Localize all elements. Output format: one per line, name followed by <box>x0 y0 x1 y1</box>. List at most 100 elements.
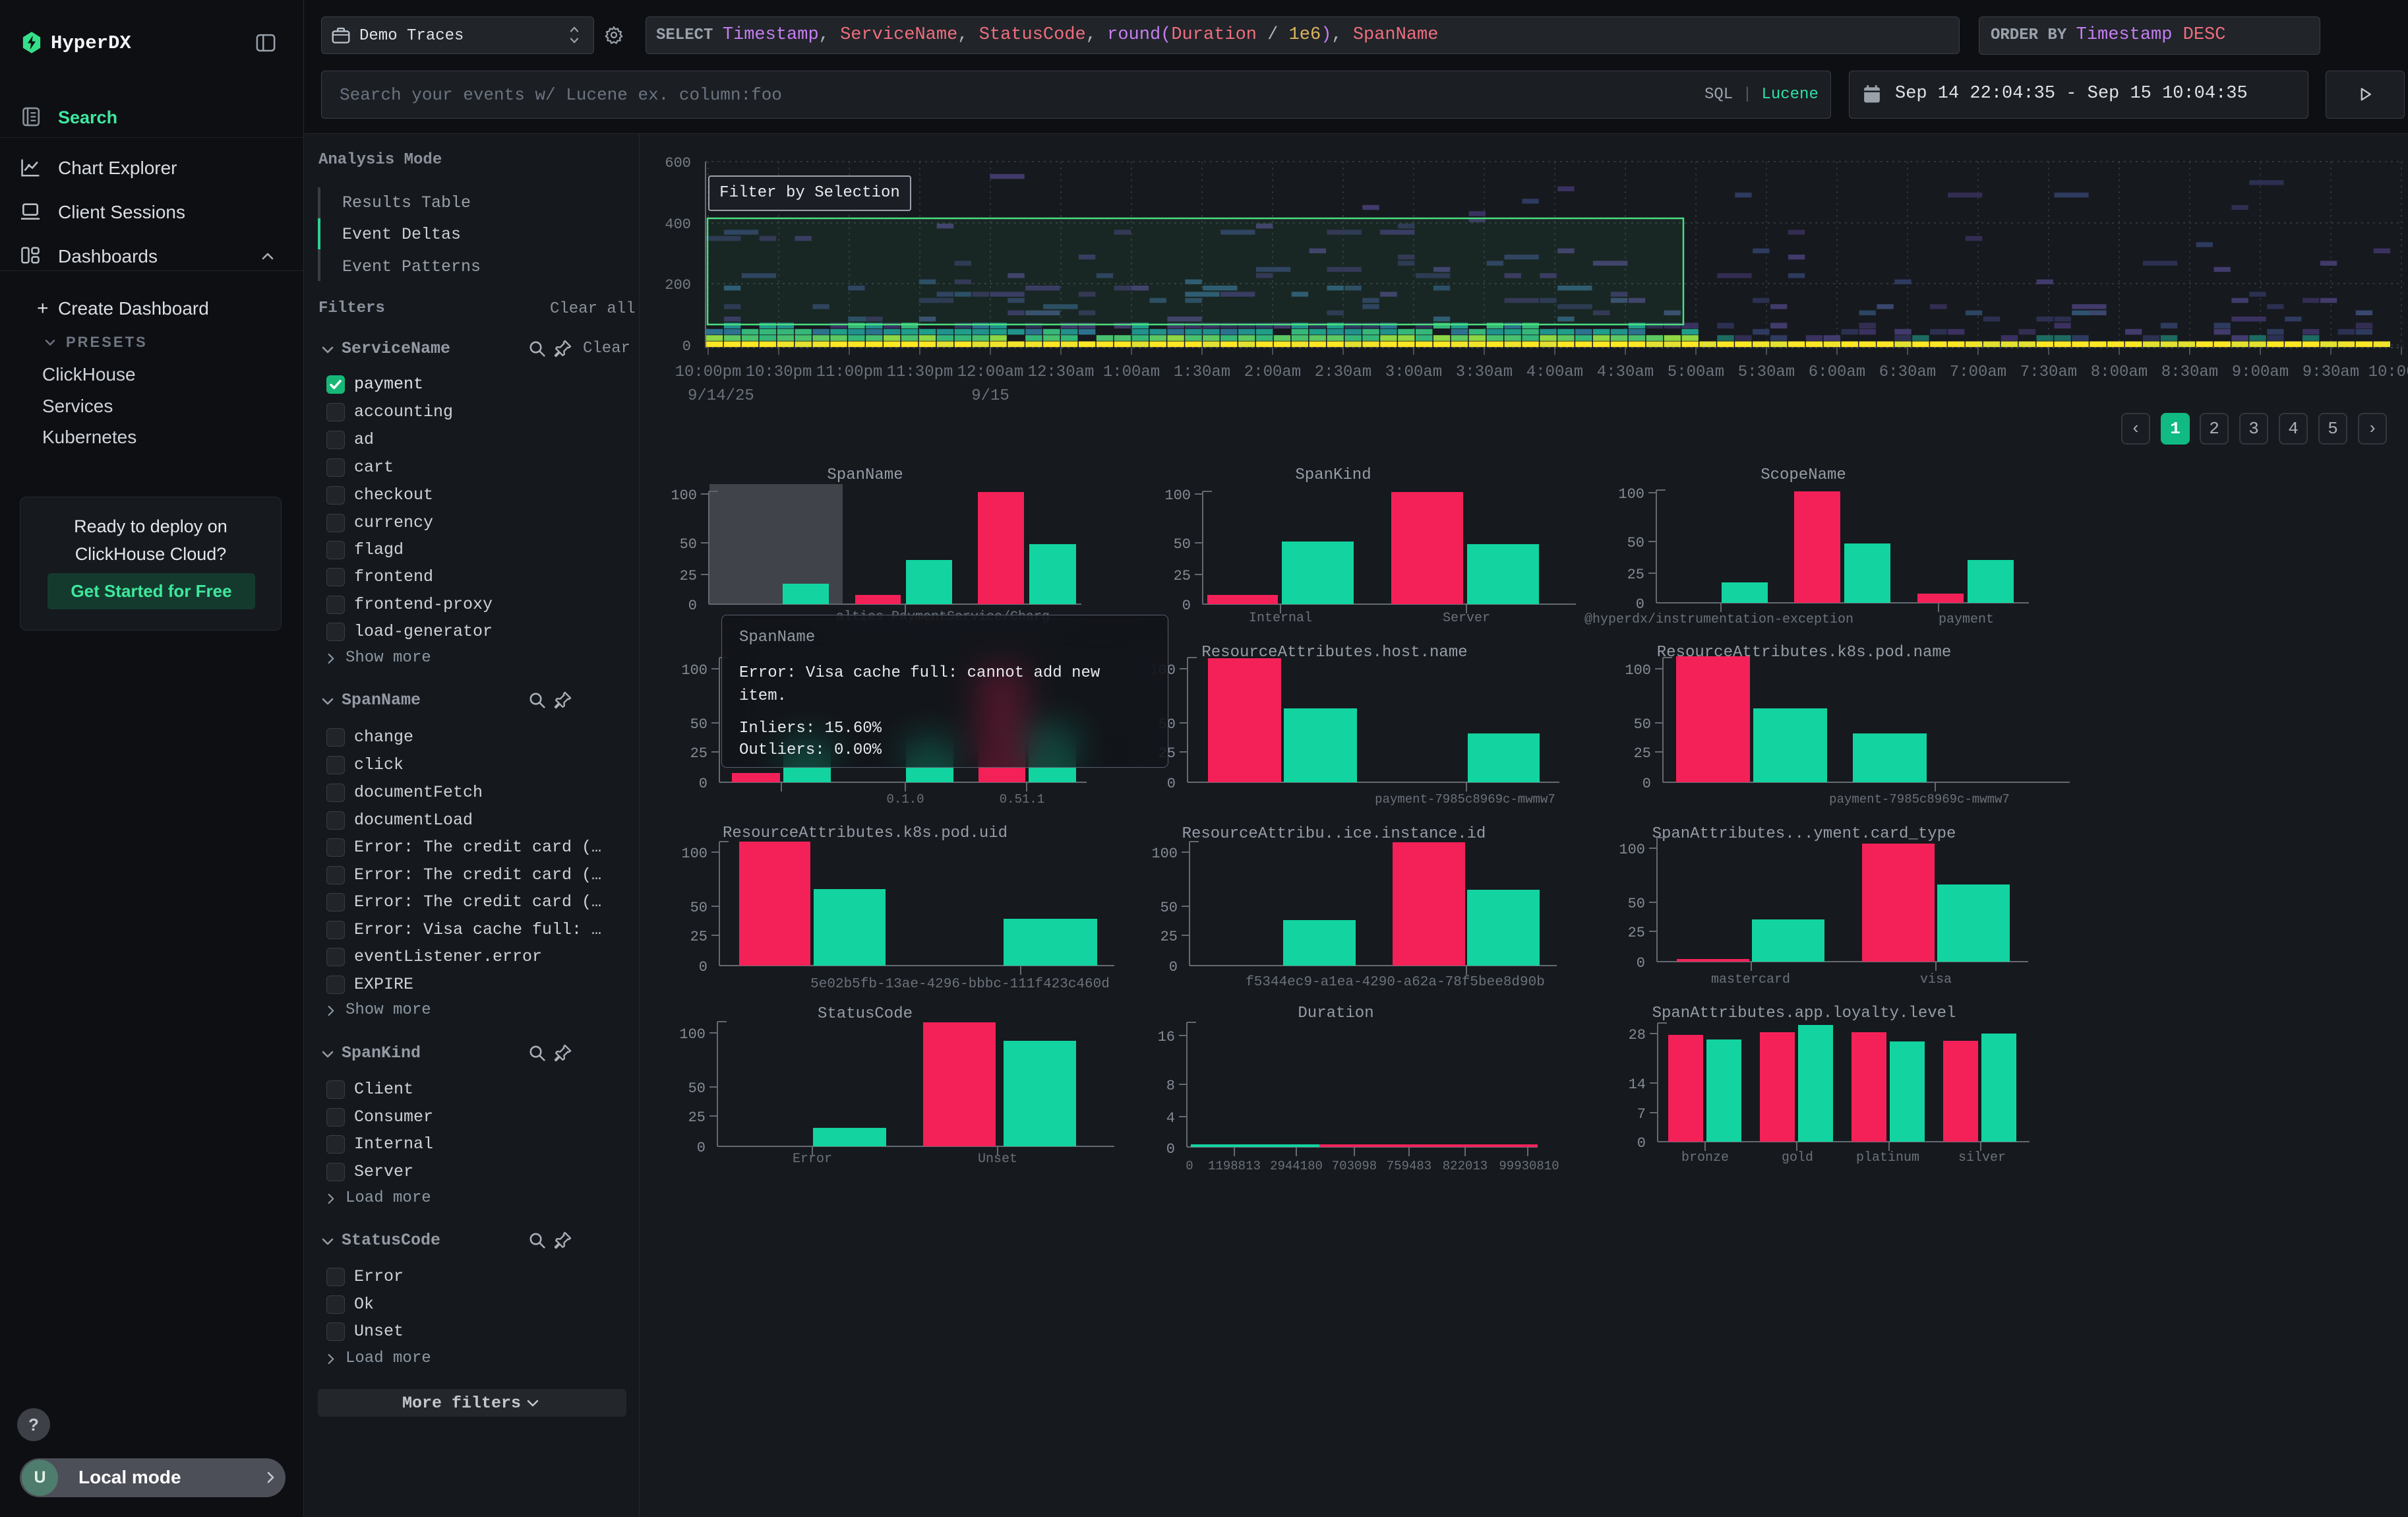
svg-text:platinum: platinum <box>1856 1150 1919 1165</box>
svg-text:14: 14 <box>1629 1076 1646 1093</box>
svg-text:Unset: Unset <box>978 1152 1017 1167</box>
svg-text:25: 25 <box>688 1109 706 1126</box>
svg-text:bronze: bronze <box>1681 1150 1729 1165</box>
svg-text:50: 50 <box>1634 716 1651 733</box>
svg-text:0: 0 <box>697 1140 706 1156</box>
svg-text:4: 4 <box>1166 1110 1175 1127</box>
svg-text:25: 25 <box>1174 568 1191 584</box>
svg-text:0: 0 <box>1169 959 1178 975</box>
svg-text:7: 7 <box>1637 1106 1646 1123</box>
svg-text:@hyperdx/instrumentation-excep: @hyperdx/instrumentation-exception <box>1584 612 1853 627</box>
svg-text:0: 0 <box>688 598 697 614</box>
svg-text:payment-7985c8969c-mwmw7: payment-7985c8969c-mwmw7 <box>1375 792 1555 807</box>
svg-text:SpanAttributes.app.loyalty.lev: SpanAttributes.app.loyalty.level <box>1652 1005 1956 1022</box>
svg-text:ScopeName: ScopeName <box>1761 466 1846 484</box>
svg-text:1:30am: 1:30am <box>1174 363 1230 381</box>
svg-text:25: 25 <box>1627 567 1644 583</box>
svg-text:0: 0 <box>699 776 707 792</box>
svg-text:100: 100 <box>1619 842 1645 858</box>
svg-text:StatusCode: StatusCode <box>818 1005 913 1023</box>
svg-text:25: 25 <box>1634 745 1651 762</box>
svg-text:10:30pm: 10:30pm <box>746 363 812 381</box>
svg-text:50: 50 <box>1160 900 1178 916</box>
svg-text:50: 50 <box>680 536 697 553</box>
svg-text:50: 50 <box>1627 535 1644 551</box>
svg-text:2:30am: 2:30am <box>1315 363 1371 381</box>
svg-text:silver: silver <box>1958 1150 2006 1165</box>
svg-text:100: 100 <box>1625 662 1651 679</box>
svg-text:ResourceAttributes.k8s.pod.uid: ResourceAttributes.k8s.pod.uid <box>723 824 1008 842</box>
svg-text:100: 100 <box>671 487 697 504</box>
svg-text:1198813: 1198813 <box>1208 1159 1261 1173</box>
svg-text:6:30am: 6:30am <box>1879 363 1936 381</box>
svg-text:5:30am: 5:30am <box>1738 363 1795 381</box>
svg-text:payment: payment <box>1939 612 1994 627</box>
svg-text:25: 25 <box>680 568 697 584</box>
svg-text:0: 0 <box>1167 776 1176 792</box>
svg-text:Internal: Internal <box>1249 611 1312 626</box>
svg-text:0: 0 <box>1642 776 1651 792</box>
svg-text:0: 0 <box>1637 955 1645 972</box>
svg-text:7:00am: 7:00am <box>1950 363 2006 381</box>
svg-text:SpanKind: SpanKind <box>1295 466 1371 484</box>
svg-text:100: 100 <box>681 662 707 679</box>
svg-text:Server: Server <box>1443 611 1490 626</box>
svg-text:ResourceAttribu..ice.instance.: ResourceAttribu..ice.instance.id <box>1182 825 1486 843</box>
svg-text:100: 100 <box>1618 486 1644 503</box>
svg-text:0: 0 <box>699 959 707 975</box>
svg-text:5:00am: 5:00am <box>1668 363 1724 381</box>
svg-text:100: 100 <box>681 846 707 862</box>
svg-text:25: 25 <box>690 929 707 945</box>
svg-text:0: 0 <box>1166 1141 1175 1158</box>
svg-text:12:00am: 12:00am <box>957 363 1024 381</box>
svg-text:400: 400 <box>665 216 691 233</box>
svg-text:4:00am: 4:00am <box>1526 363 1583 381</box>
svg-text:0: 0 <box>1637 1135 1646 1152</box>
svg-text:28: 28 <box>1629 1027 1646 1043</box>
svg-text:Error: Error <box>793 1152 832 1167</box>
svg-text:0.51.1: 0.51.1 <box>1000 792 1044 807</box>
svg-text:16: 16 <box>1158 1029 1175 1045</box>
svg-text:1:00am: 1:00am <box>1103 363 1160 381</box>
svg-text:25: 25 <box>1628 925 1645 941</box>
svg-text:11:30pm: 11:30pm <box>887 363 953 381</box>
svg-text:50: 50 <box>1628 896 1645 912</box>
svg-text:SpanAttributes...yment.card_ty: SpanAttributes...yment.card_type <box>1652 825 1956 843</box>
svg-text:822013: 822013 <box>1443 1159 1488 1173</box>
svg-text:8: 8 <box>1166 1078 1175 1094</box>
svg-text:7:30am: 7:30am <box>2020 363 2077 381</box>
svg-text:5e02b5fb-13ae-4296-bbbc-111f42: 5e02b5fb-13ae-4296-bbbc-111f423c460d <box>810 977 1110 992</box>
svg-text:200: 200 <box>665 277 691 294</box>
svg-text:100: 100 <box>679 1026 706 1043</box>
svg-text:9/15: 9/15 <box>971 387 1009 405</box>
svg-text:12:30am: 12:30am <box>1028 363 1095 381</box>
svg-text:600: 600 <box>665 155 691 171</box>
svg-text:6:00am: 6:00am <box>1809 363 1865 381</box>
svg-text:11:00pm: 11:00pm <box>816 363 883 381</box>
svg-text:4:30am: 4:30am <box>1597 363 1654 381</box>
svg-text:0: 0 <box>1186 1159 1193 1173</box>
svg-text:9:30am: 9:30am <box>2303 363 2359 381</box>
svg-text:50: 50 <box>1174 536 1191 553</box>
svg-text:25: 25 <box>1160 929 1178 945</box>
svg-text:100: 100 <box>1164 487 1191 504</box>
svg-text:759483: 759483 <box>1387 1159 1431 1173</box>
svg-text:50: 50 <box>688 1080 706 1097</box>
svg-text:3:30am: 3:30am <box>1456 363 1513 381</box>
svg-text:9/14/25: 9/14/25 <box>688 387 754 405</box>
svg-text:0.1.0: 0.1.0 <box>886 792 924 807</box>
svg-text:10:00am: 10:00am <box>2368 363 2408 381</box>
svg-text:f5344ec9-a1ea-4290-a62a-78f5be: f5344ec9-a1ea-4290-a62a-78f5bee8d90b <box>1246 975 1545 990</box>
svg-text:8:30am: 8:30am <box>2161 363 2218 381</box>
svg-text:visa: visa <box>1920 972 1952 987</box>
svg-text:10:00pm: 10:00pm <box>675 363 742 381</box>
svg-text:0: 0 <box>1636 596 1644 613</box>
svg-text:2944180: 2944180 <box>1270 1159 1323 1173</box>
svg-text:703098: 703098 <box>1332 1159 1377 1173</box>
svg-text:Duration: Duration <box>1298 1005 1373 1022</box>
svg-text:50: 50 <box>690 900 707 916</box>
svg-text:8:00am: 8:00am <box>2091 363 2148 381</box>
svg-text:2:00am: 2:00am <box>1244 363 1301 381</box>
svg-text:SpanName: SpanName <box>827 466 903 484</box>
svg-text:9:00am: 9:00am <box>2232 363 2289 381</box>
